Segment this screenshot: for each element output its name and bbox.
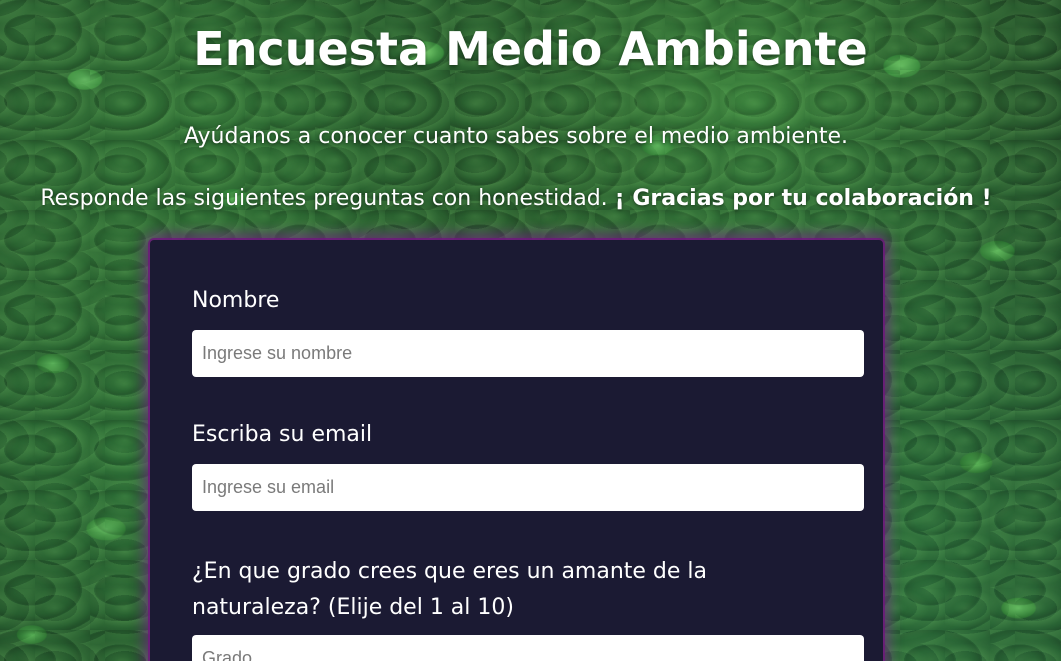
page-title: Encuesta Medio Ambiente — [193, 22, 868, 76]
name-input[interactable] — [192, 330, 864, 377]
email-label: Escriba su email — [192, 422, 373, 447]
description-line-1: Ayúdanos a conocer cuanto sabes sobre el… — [183, 124, 849, 149]
survey-form: Nombre Escriba su email ¿En que grado cr… — [150, 240, 883, 661]
grade-input[interactable] — [192, 635, 864, 661]
description-line-2: Responde las siguientes preguntas con ho… — [0, 186, 1032, 211]
email-input[interactable] — [192, 464, 864, 511]
thanks-text: ¡ Gracias por tu colaboración ! — [614, 186, 992, 211]
description-line-2-text: Responde las siguientes preguntas con ho… — [40, 186, 615, 211]
name-label: Nombre — [192, 288, 280, 313]
grade-label: ¿En que grado crees que eres un amante d… — [192, 559, 708, 620]
